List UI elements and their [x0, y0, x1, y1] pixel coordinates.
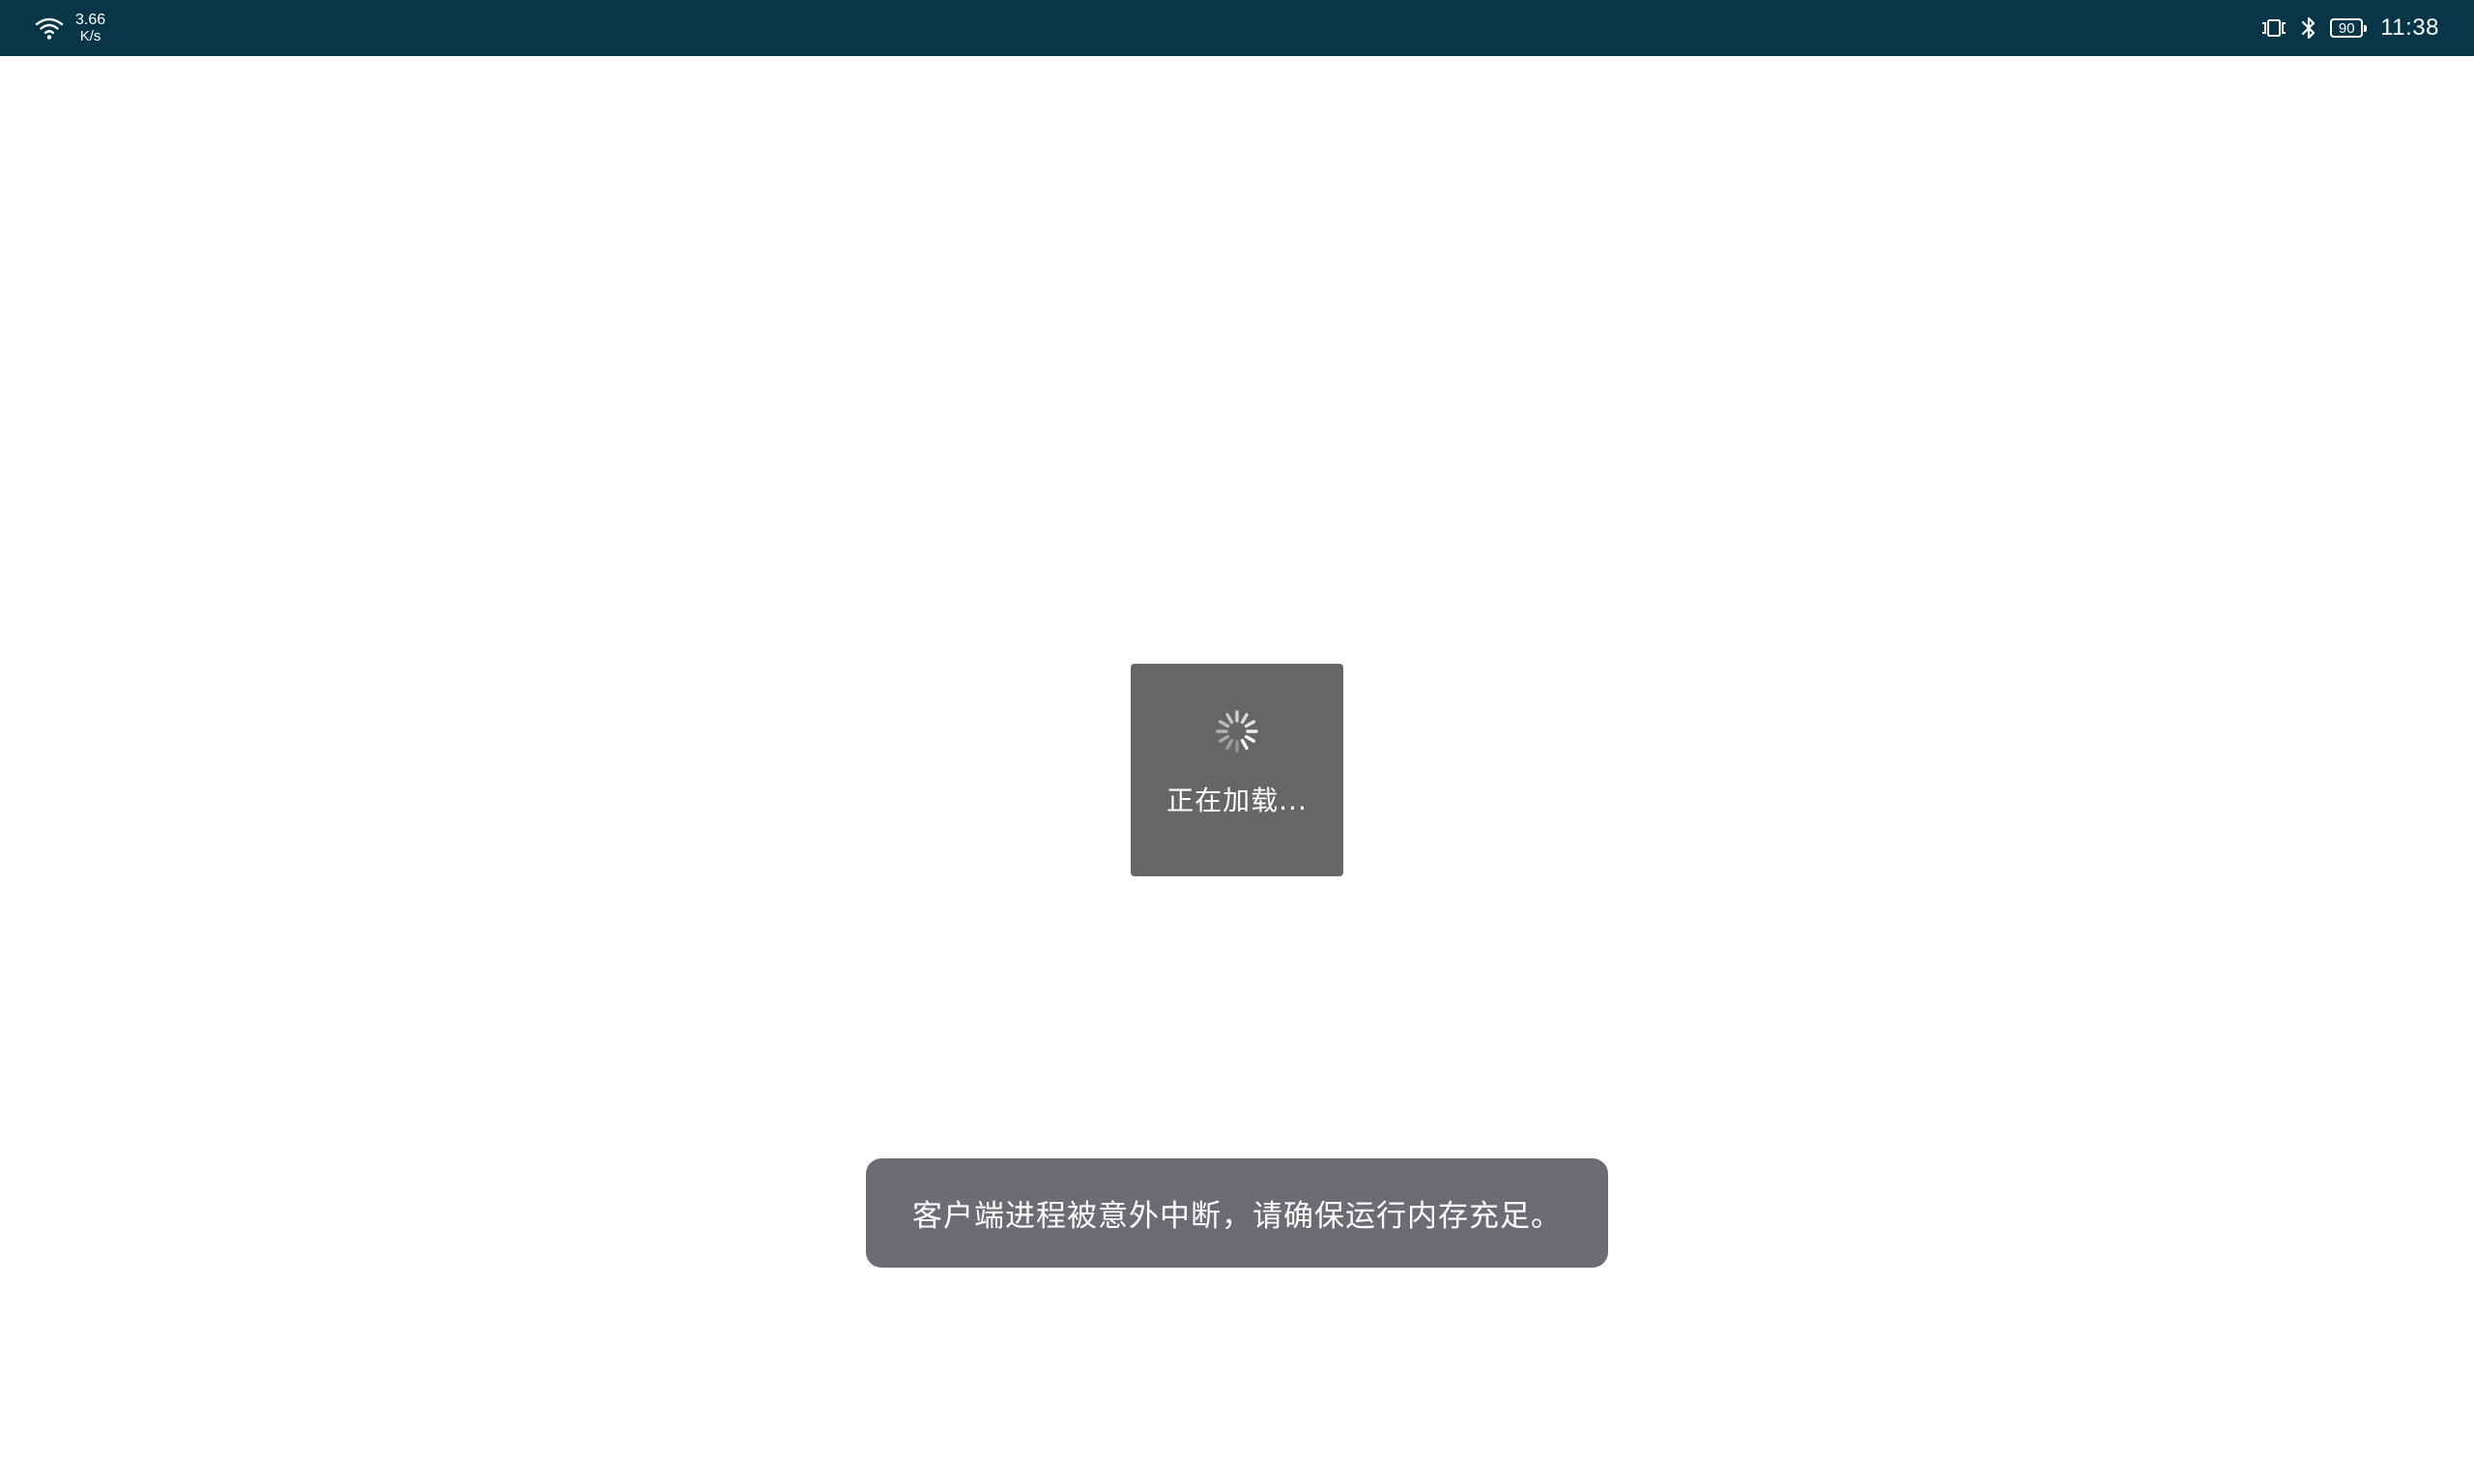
status-bar-left: 3.66 K/s: [35, 0, 105, 56]
network-speed: 3.66 K/s: [75, 12, 106, 44]
loading-spinner-icon: [1216, 710, 1258, 753]
clock: 11:38: [2380, 14, 2439, 41]
spinner-spoke: [1225, 712, 1234, 725]
toast-message: 客户端进程被意外中断，请确保运行内存充足。: [866, 1158, 1608, 1268]
spinner-spoke: [1244, 720, 1256, 728]
spinner-spoke: [1218, 720, 1230, 728]
toast-text: 客户端进程被意外中断，请确保运行内存充足。: [912, 1199, 1562, 1234]
bluetooth-icon: [2302, 16, 2316, 40]
spinner-spoke: [1225, 738, 1234, 751]
status-bar-right: 90 11:38: [2260, 0, 2439, 56]
loading-text: 正在加载...: [1166, 785, 1308, 816]
wifi-icon: [35, 17, 64, 40]
network-speed-value: 3.66: [75, 12, 106, 28]
loading-dialog: 正在加载...: [1131, 664, 1343, 876]
vibrate-icon: [2262, 19, 2287, 37]
network-speed-unit: K/s: [79, 28, 101, 44]
battery-level: 90: [2338, 19, 2355, 37]
status-bar: 3.66 K/s 90 11:38: [0, 0, 2474, 56]
spinner-spoke: [1244, 734, 1256, 743]
spinner-spoke: [1218, 734, 1230, 743]
battery-icon: 90: [2330, 18, 2368, 38]
spinner-spoke: [1240, 712, 1249, 725]
spinner-spoke: [1240, 738, 1249, 751]
